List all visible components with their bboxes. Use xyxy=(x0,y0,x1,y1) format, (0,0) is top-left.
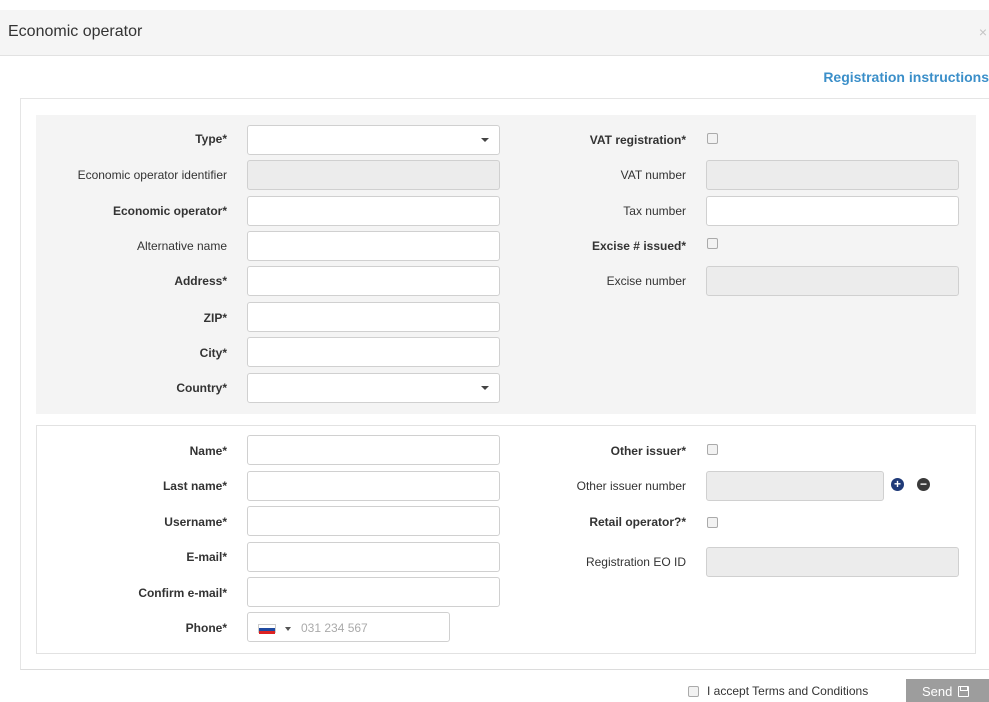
country-label: Country* xyxy=(176,381,227,395)
address-label: Address* xyxy=(174,274,227,288)
city-field[interactable] xyxy=(247,337,500,367)
dialog-header: Economic operator × xyxy=(0,10,989,56)
send-label: Send xyxy=(922,684,953,699)
other-issuer-number-field xyxy=(706,471,884,501)
name-field[interactable] xyxy=(247,435,500,465)
confirm-email-field[interactable] xyxy=(247,577,500,607)
excise-number-label: Excise number xyxy=(606,274,686,288)
phone-placeholder: 031 234 567 xyxy=(301,621,368,635)
retail-operator-label: Retail operator?* xyxy=(589,515,686,529)
dialog-title: Economic operator xyxy=(8,23,143,40)
registration-eo-id-field xyxy=(706,547,959,577)
vat-registration-label: VAT registration* xyxy=(589,133,686,147)
eo-identifier-label: Economic operator identifier xyxy=(77,168,227,182)
name-label: Name* xyxy=(189,444,227,458)
floppy-disk-icon xyxy=(958,686,970,697)
excise-issued-label: Excise # issued* xyxy=(591,239,686,253)
alt-name-field[interactable] xyxy=(247,231,500,261)
user-section xyxy=(36,425,976,654)
other-issuer-number-label: Other issuer number xyxy=(576,479,686,493)
tax-number-field[interactable] xyxy=(706,196,959,226)
vat-number-label: VAT number xyxy=(620,168,686,182)
eo-identifier-field xyxy=(247,160,500,190)
excise-number-field xyxy=(706,266,959,296)
last-name-field[interactable] xyxy=(247,471,500,501)
type-label: Type* xyxy=(195,132,227,146)
plus-circle-icon[interactable]: + xyxy=(891,478,904,491)
terms-label: I accept Terms and Conditions xyxy=(707,684,869,698)
other-issuer-label: Other issuer* xyxy=(610,444,686,458)
tax-number-label: Tax number xyxy=(623,204,686,218)
username-field[interactable] xyxy=(247,506,500,536)
alt-name-label: Alternative name xyxy=(136,239,227,253)
caret-down-icon[interactable] xyxy=(285,627,291,631)
retail-operator-checkbox[interactable] xyxy=(707,517,718,528)
email-field[interactable] xyxy=(247,542,500,572)
terms-checkbox[interactable] xyxy=(688,686,699,697)
last-name-label: Last name* xyxy=(162,479,227,493)
minus-circle-icon[interactable]: − xyxy=(917,478,930,491)
eo-name-field[interactable] xyxy=(247,196,500,226)
username-label: Username* xyxy=(164,515,227,529)
send-button[interactable]: Send xyxy=(906,679,989,702)
zip-label: ZIP* xyxy=(203,311,227,325)
city-label: City* xyxy=(199,346,227,360)
caret-down-icon xyxy=(481,386,489,390)
excise-issued-checkbox[interactable] xyxy=(707,238,718,249)
caret-down-icon xyxy=(481,138,489,142)
phone-field[interactable]: 031 234 567 xyxy=(247,612,450,642)
address-field[interactable] xyxy=(247,266,500,296)
vat-number-field xyxy=(706,160,959,190)
vat-registration-checkbox[interactable] xyxy=(707,133,718,144)
eo-name-label: Economic operator* xyxy=(112,204,227,218)
slovenia-flag-icon[interactable] xyxy=(258,624,276,634)
registration-eo-id-label: Registration EO ID xyxy=(585,555,686,569)
email-label: E-mail* xyxy=(186,550,227,564)
zip-field[interactable] xyxy=(247,302,500,332)
country-select[interactable] xyxy=(247,373,500,403)
type-select[interactable] xyxy=(247,125,500,155)
confirm-email-label: Confirm e-mail* xyxy=(138,586,227,600)
other-issuer-checkbox[interactable] xyxy=(707,444,718,455)
close-icon[interactable]: × xyxy=(979,24,987,40)
registration-instructions-link[interactable]: Registration instructions xyxy=(823,69,989,85)
phone-label: Phone* xyxy=(185,621,227,635)
